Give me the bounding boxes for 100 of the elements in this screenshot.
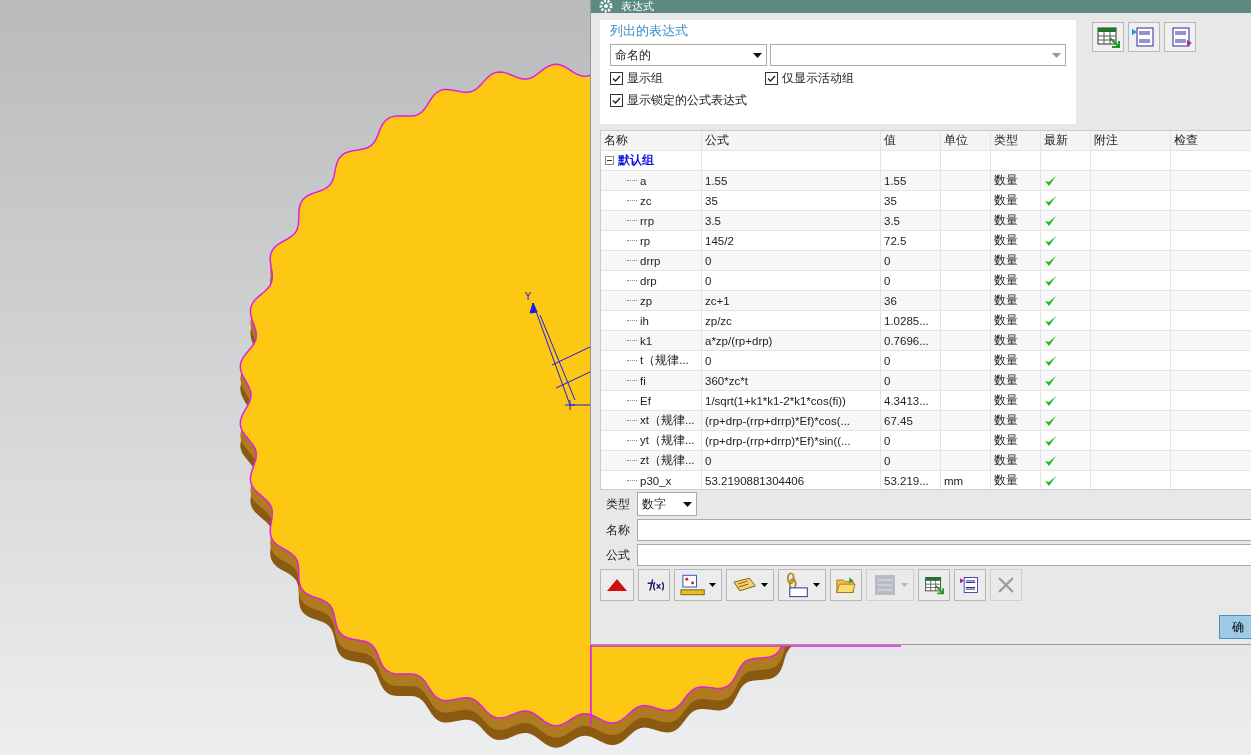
table-cell[interactable]: xt（规律... [640,413,695,428]
refresh-spreadsheet-icon[interactable] [918,569,950,601]
table-cell: 36 [881,291,941,310]
table-cell[interactable]: zc [640,194,652,207]
table-cell: 4.3413... [881,391,941,410]
table-cell[interactable]: Ef [640,394,651,407]
table-cell: (rp+drp-(rrp+drrp)*Ef)*cos(... [702,411,881,430]
table-cell: 0 [881,451,941,470]
group-row[interactable]: 默认组 [601,151,702,170]
table-cell[interactable]: yt（规律... [640,433,695,448]
table-cell: 360*zc*t [702,371,881,390]
formula-field[interactable] [637,544,1251,566]
measure-icon[interactable] [674,569,722,601]
table-cell: 53.219... [881,471,941,489]
table-cell: 数量 [991,211,1041,230]
table-cell: 72.5 [881,231,941,250]
table-cell[interactable]: a [640,174,647,187]
field-label: 公式 [606,546,631,564]
table-cell[interactable]: drrp [640,254,661,267]
caret-icon [683,501,692,507]
name-field[interactable] [637,519,1251,541]
table-cell: 数量 [991,191,1041,210]
section-heading: 列出的表达式 [610,22,689,40]
table-cell: 数量 [991,411,1041,430]
table-cell: 3.5 [702,211,881,230]
table-cell: (rp+drp-(rrp+drrp)*Ef)*sin((... [702,431,881,450]
filter-dropdown[interactable]: 命名的 [610,44,768,66]
column-header[interactable]: 类型 [991,131,1041,150]
caret-icon [753,52,763,58]
import-icon[interactable] [1128,22,1160,52]
type-dropdown[interactable]: 数字 [637,492,697,516]
table-cell[interactable]: p30_x [640,474,672,487]
column-header[interactable]: 最新 [1041,131,1091,150]
table-cell: 数量 [991,351,1041,370]
column-header[interactable]: 附注 [1091,131,1171,150]
table-cell: 数量 [991,331,1041,350]
table-cell: 数量 [991,251,1041,270]
table-cell: 0 [702,271,881,290]
table-cell: 0 [881,251,941,270]
table-cell[interactable]: rrp [640,214,655,227]
table-cell: 0 [881,431,941,450]
axis-label: Y [525,291,532,302]
table-cell: 1.55 [702,171,881,190]
table-cell: 数量 [991,291,1041,310]
window-title: 表达式 [621,0,654,13]
caret-icon [1052,52,1061,58]
column-header[interactable]: 单位 [941,131,991,150]
table-cell: 0 [702,351,881,370]
spreadsheet-icon[interactable] [1092,22,1124,52]
checkbox-label: 仅显示活动组 [782,70,854,87]
table-cell: 0.7696... [881,331,941,350]
checkbox-label: 显示锁定的公式表达式 [627,92,747,109]
table-cell: 35 [702,191,881,210]
table-cell: zc+1 [702,291,881,310]
column-header[interactable]: 名称 [601,131,702,150]
table-cell: zp/zc [702,311,881,330]
table-cell[interactable]: drp [640,274,657,287]
table-cell: 数量 [991,431,1041,450]
table-cell: 数量 [991,231,1041,250]
table-cell[interactable]: rp [640,234,651,247]
checkbox[interactable] [765,72,778,85]
table-cell: 0 [881,351,941,370]
column-header[interactable]: 值 [881,131,941,150]
table-cell: 数量 [991,451,1041,470]
table-cell[interactable]: k1 [640,334,653,347]
table-cell: 数量 [991,171,1041,190]
table-cell[interactable]: t（规律... [640,353,689,368]
field-label: 类型 [606,495,631,513]
table-cell[interactable]: ih [640,314,649,327]
table-cell: 0 [881,271,941,290]
table-cell: 35 [881,191,941,210]
checkbox[interactable] [610,94,623,107]
table-cell[interactable]: fi [640,374,646,387]
table-cell: 3.5 [881,211,941,230]
ok-button[interactable]: 确 [1219,615,1251,639]
link-icon[interactable] [778,569,826,601]
table-cell: 1.55 [881,171,941,190]
table-cell[interactable]: zp [640,294,653,307]
table-cell[interactable]: zt（规律... [640,453,695,468]
column-header[interactable]: 检查 [1171,131,1251,150]
table-cell: mm [941,471,991,489]
folder-icon[interactable] [830,569,862,601]
field-label: 名称 [606,521,631,539]
gear-icon [599,0,613,13]
collapse-up-icon[interactable] [600,569,634,601]
table-cell: 145/2 [702,231,881,250]
collapse-icon[interactable] [605,156,614,165]
tag-icon[interactable] [726,569,774,601]
checkbox[interactable] [610,72,623,85]
table-cell: 0 [881,371,941,390]
table-cell: 1.0285... [881,311,941,330]
table-cell: 0 [702,251,881,270]
column-header[interactable]: 公式 [702,131,881,150]
table-cell: 53.2190881304406 [702,471,881,489]
table-cell: 数量 [991,271,1041,290]
compare-icon[interactable] [954,569,986,601]
table-cell: 数量 [991,471,1041,489]
table-cell: 数量 [991,391,1041,410]
export-icon[interactable] [1164,22,1196,52]
function-icon[interactable] [638,569,670,601]
